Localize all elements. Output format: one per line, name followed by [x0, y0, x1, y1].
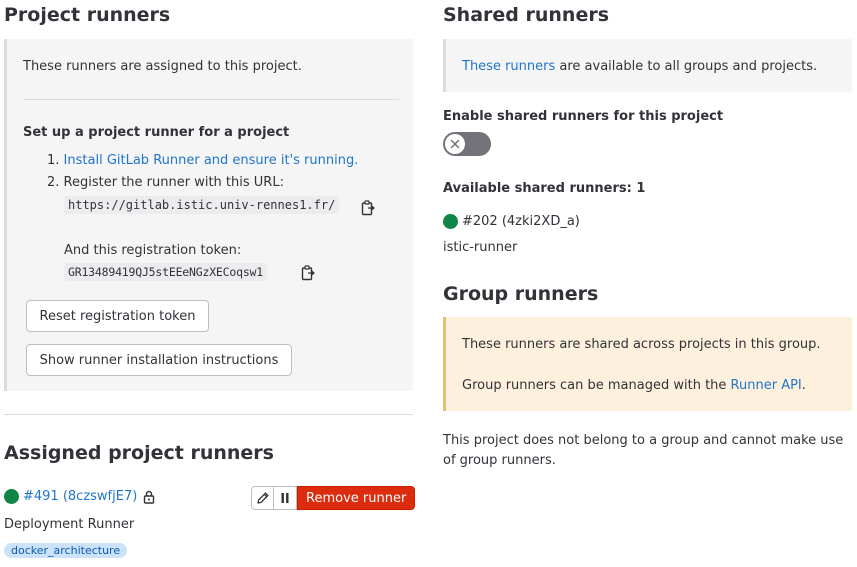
- runner-api-link[interactable]: Runner API: [731, 378, 802, 393]
- shared-runner-row: #202 (4zki2XD_a): [443, 214, 580, 229]
- enable-shared-runners-toggle[interactable]: [443, 132, 491, 156]
- setup-runner-title: Set up a project runner for a project: [23, 125, 290, 140]
- runner-actions: Remove runner: [251, 486, 416, 510]
- group-runners-info-line1: These runners are shared across projects…: [462, 337, 821, 352]
- enable-shared-runners-label: Enable shared runners for this project: [443, 109, 724, 124]
- shared-runners-title: Shared runners: [443, 4, 610, 26]
- project-runners-description: These runners are assigned to this proje…: [23, 59, 302, 74]
- runner-491-link[interactable]: #491 (8czswfjE7): [23, 489, 137, 504]
- these-runners-link[interactable]: These runners: [462, 59, 555, 74]
- setup-step-1: 1. Install GitLab Runner and ensure it's…: [47, 153, 358, 168]
- no-group-message: This project does not belong to a group …: [443, 433, 844, 468]
- remove-runner-button[interactable]: Remove runner: [297, 486, 416, 510]
- step-1-number: 1.: [47, 153, 60, 168]
- assigned-runners-title: Assigned project runners: [4, 442, 274, 464]
- reset-registration-token-button[interactable]: Reset registration token: [26, 300, 209, 332]
- available-shared-runners-label: Available shared runners: 1: [443, 181, 646, 196]
- group-runners-info-line2: Group runners can be managed with the Ru…: [462, 378, 806, 393]
- setup-step-2: 2. Register the runner with this URL:: [47, 175, 284, 190]
- section-divider: [4, 414, 413, 415]
- copy-url-icon[interactable]: [361, 200, 375, 216]
- runner-description: Deployment Runner: [4, 517, 135, 532]
- step-2-number: 2.: [47, 175, 60, 190]
- group-runners-line2-prefix: Group runners can be managed with the: [462, 378, 731, 393]
- lock-icon: [144, 490, 155, 504]
- panel-divider: [23, 99, 399, 100]
- group-runners-title: Group runners: [443, 283, 599, 305]
- assigned-runner-row: #491 (8czswfjE7): [4, 489, 155, 504]
- runner-202-id: #202 (4zki2XD_a): [462, 214, 580, 229]
- registration-token-code: GR13489419QJ5stEEeNGzXECoqsw1: [64, 263, 267, 281]
- online-status-icon: [443, 214, 458, 229]
- copy-token-icon[interactable]: [301, 265, 315, 281]
- install-runner-link[interactable]: Install GitLab Runner and ensure it's ru…: [64, 153, 359, 168]
- pause-icon: [281, 493, 289, 503]
- group-runners-warning-panel: These runners are shared across projects…: [443, 317, 852, 411]
- shared-runners-info-panel: These runners are available to all group…: [443, 39, 852, 92]
- project-runners-title: Project runners: [4, 4, 171, 26]
- registration-url-code: https://gitlab.istic.univ-rennes1.fr/: [64, 196, 340, 214]
- shared-runners-info: These runners are available to all group…: [462, 59, 817, 74]
- pause-runner-button[interactable]: [274, 486, 297, 510]
- shared-runner-name: istic-runner: [443, 240, 518, 255]
- show-install-instructions-button[interactable]: Show runner installation instructions: [26, 344, 292, 376]
- group-runners-line2-suffix: .: [801, 378, 806, 393]
- pencil-icon: [256, 492, 269, 504]
- online-status-icon: [4, 489, 19, 504]
- runner-tag-badge: docker_architecture: [4, 543, 128, 558]
- edit-runner-button[interactable]: [251, 486, 274, 510]
- project-runners-panel: These runners are assigned to this proje…: [4, 39, 413, 391]
- toggle-knob: [445, 134, 465, 154]
- step-2-text: Register the runner with this URL:: [63, 175, 284, 190]
- shared-runners-info-text: are available to all groups and projects…: [555, 59, 818, 74]
- close-icon: [450, 139, 460, 149]
- token-label: And this registration token:: [64, 243, 242, 258]
